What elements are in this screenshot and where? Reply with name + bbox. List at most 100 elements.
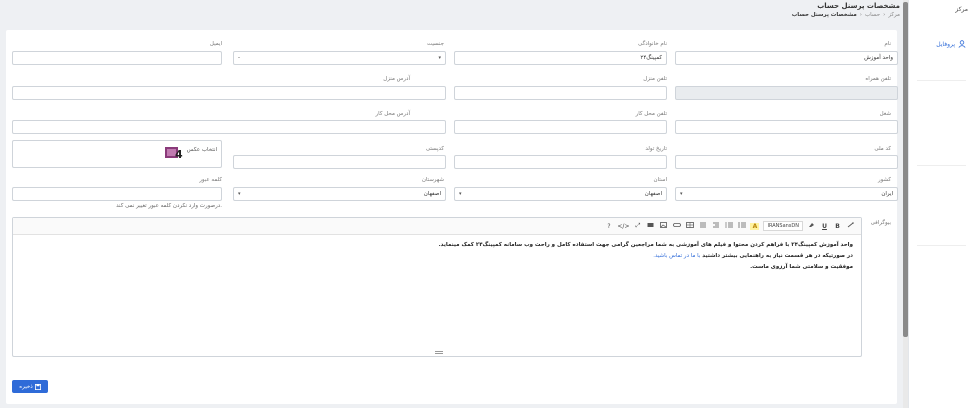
gender-label: جنسیت xyxy=(426,41,444,47)
table-icon xyxy=(686,222,694,228)
gender-value: - xyxy=(238,55,240,61)
clear-format-button[interactable] xyxy=(807,222,816,230)
unordered-list-icon xyxy=(738,222,746,228)
sidebar-divider xyxy=(917,80,966,81)
city-value: اصفهان xyxy=(423,191,441,197)
editor-toolbar: ? </> ⤢ A IRANSansDN U B xyxy=(13,218,861,235)
province-select[interactable]: ▾ اصفهان xyxy=(454,187,667,201)
scrollbar-thumb[interactable] xyxy=(903,2,908,337)
contact-link[interactable]: با ما در تماس باشید. xyxy=(653,253,700,259)
bio-line: در صورتیکه در هر قسمت نیاز به راهنمایی ب… xyxy=(19,251,853,262)
email-field[interactable] xyxy=(12,51,222,65)
save-label: ذخیره xyxy=(19,383,33,390)
home-phone-label: تلفن منزل xyxy=(643,76,667,82)
home-address-field[interactable] xyxy=(12,86,446,100)
magic-icon xyxy=(847,222,854,228)
home-address-label: آدرس منزل xyxy=(383,76,410,82)
breadcrumb-separator: ‹ xyxy=(883,12,886,18)
eraser-icon xyxy=(809,223,814,227)
bio-editor[interactable]: ? </> ⤢ A IRANSansDN U B واحد آموزش کمپی… xyxy=(12,217,862,357)
magic-style-button[interactable] xyxy=(846,222,855,230)
unordered-list-button[interactable] xyxy=(737,222,746,230)
breadcrumb-item[interactable]: مرکز xyxy=(888,12,900,18)
highlight-color-button[interactable]: A xyxy=(750,222,760,230)
image-button[interactable] xyxy=(659,222,668,230)
chevron-down-icon: ▾ xyxy=(680,191,683,197)
bio-line: موفقیت و سلامتی شما آرزوی ماست. xyxy=(750,264,853,270)
link-icon xyxy=(673,223,681,227)
password-field[interactable] xyxy=(12,187,222,201)
family-field[interactable]: کمپینگ۲۴ xyxy=(454,51,667,65)
photo-picker[interactable]: انتخاب عکس 4 xyxy=(12,140,222,168)
gender-select[interactable]: - ▾ xyxy=(233,51,446,65)
city-select[interactable]: ▾ اصفهان xyxy=(233,187,446,201)
country-select[interactable]: ▾ ایران xyxy=(675,187,898,201)
name-field[interactable]: واحد آموزش xyxy=(675,51,898,65)
province-label: استان xyxy=(653,177,667,183)
link-button[interactable] xyxy=(672,222,681,230)
chevron-down-icon: ▾ xyxy=(459,191,462,197)
video-button[interactable] xyxy=(646,222,655,230)
breadcrumb-separator: ‹ xyxy=(859,12,862,18)
code-view-button[interactable]: </> xyxy=(617,223,629,230)
align-icon xyxy=(712,222,719,228)
job-field[interactable] xyxy=(675,120,898,134)
home-phone-field[interactable] xyxy=(454,86,667,100)
birth-date-field[interactable] xyxy=(454,155,667,169)
help-button[interactable]: ? xyxy=(604,223,613,230)
job-label: شغل xyxy=(879,111,891,117)
mobile-label: تلفن همراه xyxy=(865,76,891,82)
photo-picker-label: انتخاب عکس xyxy=(186,147,217,153)
email-label: ایمیل xyxy=(209,41,222,47)
sidebar-item-label: پروفایل xyxy=(936,40,955,48)
chevron-down-icon: ▾ xyxy=(438,55,441,61)
breadcrumb-item[interactable]: حساب xyxy=(865,12,880,18)
image-thumbnail-icon: 4 xyxy=(165,147,183,160)
country-label: کشور xyxy=(877,177,891,183)
sidebar-divider xyxy=(917,165,966,166)
bold-button[interactable]: B xyxy=(833,223,842,230)
page-title: مشخصات پرسنل حساب xyxy=(817,2,900,10)
work-address-label: آدرس محل کار xyxy=(375,111,410,117)
image-icon xyxy=(660,222,668,228)
line-height-button[interactable] xyxy=(698,222,707,230)
bio-line-text: در صورتیکه در هر قسمت نیاز به راهنمایی ب… xyxy=(702,253,853,259)
name-label: نام xyxy=(884,41,891,47)
video-icon xyxy=(647,223,654,227)
table-button[interactable] xyxy=(685,222,694,230)
breadcrumb: مرکز ‹ حساب ‹ مشخصات پرسنل حساب xyxy=(792,12,900,18)
editor-content[interactable]: واحد آموزش کمپینگ۲۴ با فراهم کردن محتوا … xyxy=(19,240,853,273)
city-label: شهرستان xyxy=(421,177,444,183)
sidebar-divider xyxy=(917,245,966,246)
password-hint: درصورت وارد نکردن کلمه عبور تغییر نمی کن… xyxy=(116,203,222,209)
national-code-field[interactable] xyxy=(675,155,898,169)
birth-date-label: تاریخ تولد xyxy=(645,146,667,152)
ordered-list-button[interactable] xyxy=(724,222,733,230)
sidebar: مرکز پروفایل xyxy=(908,0,974,408)
sidebar-item-profile[interactable]: پروفایل xyxy=(936,40,966,48)
sidebar-brand: مرکز xyxy=(955,6,968,13)
province-value: اصفهان xyxy=(644,191,662,197)
ordered-list-icon xyxy=(725,222,733,228)
national-code-label: کد ملی xyxy=(874,146,891,152)
work-phone-label: تلفن محل کار xyxy=(635,111,667,117)
work-address-field[interactable] xyxy=(12,120,446,134)
line-height-icon xyxy=(699,222,706,228)
bio-line: واحد آموزش کمپینگ۲۴ با فراهم کردن محتوا … xyxy=(438,242,853,248)
family-label: نام خانوادگی xyxy=(638,41,667,47)
password-label: کلمه عبور xyxy=(199,177,222,183)
svg-text:4: 4 xyxy=(175,148,183,160)
font-family-select[interactable]: IRANSansDN xyxy=(763,221,803,231)
user-icon xyxy=(958,40,966,48)
save-button[interactable]: ذخیره xyxy=(12,380,48,393)
fullscreen-button[interactable]: ⤢ xyxy=(633,222,642,230)
chevron-down-icon: ▾ xyxy=(238,191,241,197)
underline-button[interactable]: U xyxy=(820,223,829,230)
paragraph-button[interactable] xyxy=(711,222,720,230)
postal-code-label: کدپستی xyxy=(425,146,444,152)
mobile-field xyxy=(675,86,898,100)
work-phone-field[interactable] xyxy=(454,120,667,134)
editor-resize-handle[interactable] xyxy=(435,351,443,354)
floppy-disk-icon xyxy=(34,383,41,390)
postal-code-field[interactable] xyxy=(233,155,446,169)
